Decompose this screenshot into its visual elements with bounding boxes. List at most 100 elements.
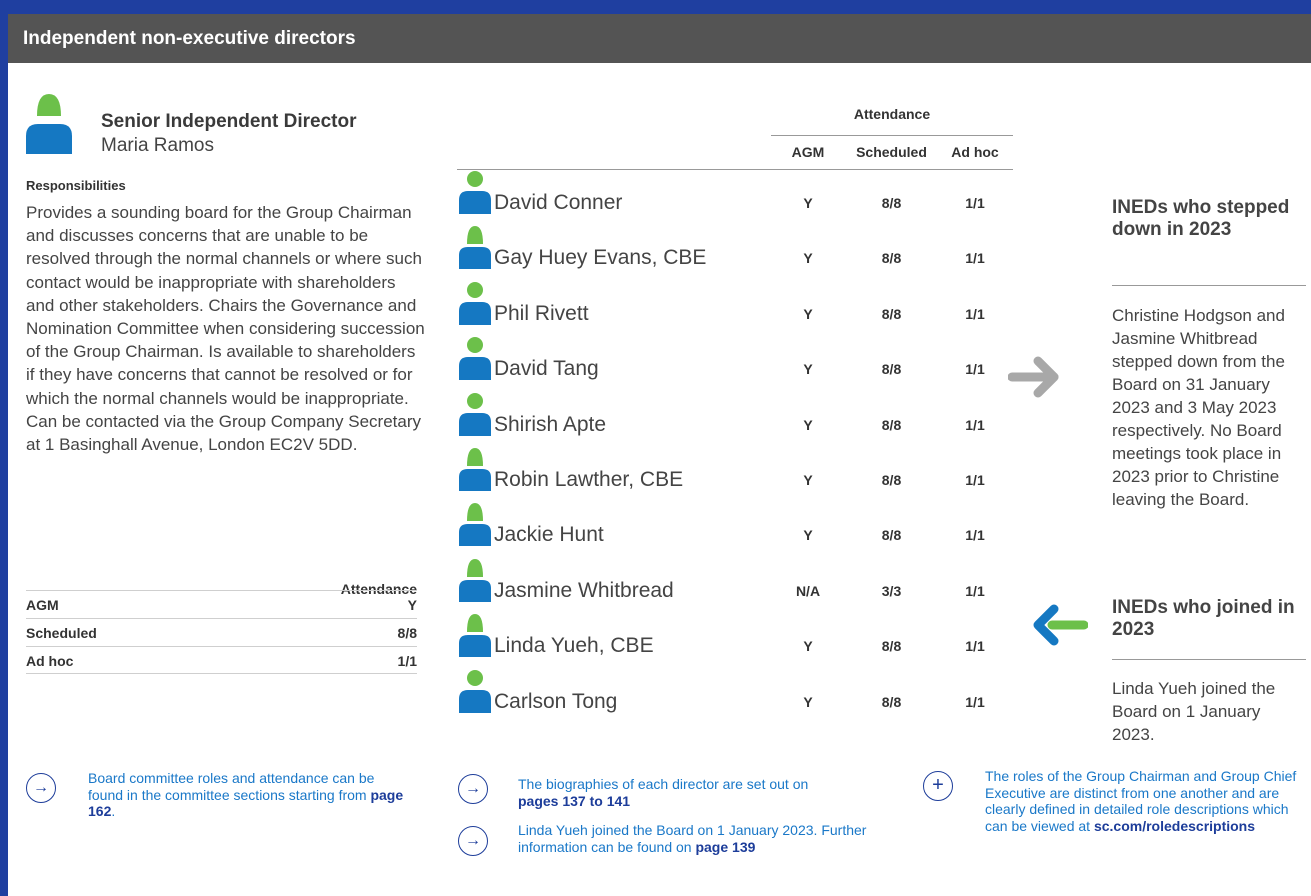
responsibilities-text: Provides a sounding board for the Group … [26, 203, 425, 455]
column-header-agm: AGM [791, 144, 825, 160]
left-border [0, 0, 8, 896]
pages-link[interactable]: pages 137 to 141 [518, 793, 630, 809]
female-person-icon [458, 502, 492, 551]
arrow-left-icon [1033, 604, 1088, 646]
female-person-icon [458, 447, 492, 496]
senior-role-title: Senior Independent Director [101, 111, 357, 132]
director-row: Robin Lawther, CBE Y 8/8 1/1 [458, 447, 1018, 502]
female-person-icon [458, 613, 492, 662]
male-person-icon [458, 669, 492, 718]
top-border [0, 0, 1311, 14]
stepped-down-heading: INEDs who stepped down in 2023 [1112, 197, 1290, 240]
director-name: Shirish Apte [494, 412, 607, 436]
director-row: Phil Rivett Y 8/8 1/1 [458, 281, 1018, 336]
director-row: Carlson Tong Y 8/8 1/1 [458, 669, 1018, 724]
director-row: David Conner Y 8/8 1/1 [458, 170, 1018, 225]
roledescriptions-link[interactable]: sc.com/roledescriptions [1094, 818, 1255, 834]
male-person-icon [458, 392, 492, 441]
senior-attendance-row: Scheduled 8/8 [26, 618, 417, 646]
cell-agm: Y [803, 638, 813, 655]
attendance-value: 1/1 [397, 653, 417, 669]
cell-adhoc: 1/1 [965, 416, 985, 433]
divider [1112, 659, 1306, 660]
attendance-value: Y [407, 597, 417, 613]
director-name: Robin Lawther, CBE [494, 468, 684, 491]
senior-director-name: Maria Ramos [101, 135, 214, 156]
cell-scheduled: 8/8 [881, 361, 902, 378]
female-person-icon [26, 94, 72, 154]
page-panel: Independent non-executive directors Seni… [8, 14, 1311, 896]
joined-heading: INEDs who joined in 2023 [1112, 597, 1295, 640]
director-name: Phil Rivett [494, 301, 589, 325]
cell-agm: Y [803, 305, 813, 322]
female-person-icon [458, 558, 492, 607]
director-row: Jackie Hunt Y 8/8 1/1 [458, 502, 1018, 557]
male-person-icon [458, 170, 492, 219]
cell-adhoc: 1/1 [965, 472, 985, 488]
attendance-label: AGM [26, 597, 59, 613]
cell-scheduled: 8/8 [881, 305, 902, 322]
cell-agm: Y [803, 195, 813, 211]
cell-adhoc: 1/1 [965, 361, 985, 378]
cell-agm: Y [803, 472, 813, 488]
senior-attendance-row: Ad hoc 1/1 [26, 646, 417, 674]
cell-adhoc: 1/1 [965, 305, 985, 322]
divider [771, 135, 1013, 136]
column-header-adhoc: Ad hoc [951, 144, 999, 160]
cell-agm: Y [803, 527, 813, 544]
cell-scheduled: 3/3 [881, 582, 902, 599]
cell-agm: Y [803, 361, 813, 378]
director-name: Jackie Hunt [494, 523, 604, 547]
cell-adhoc: 1/1 [965, 250, 985, 267]
cell-agm: Y [803, 693, 813, 710]
cell-agm: Y [803, 416, 813, 433]
cell-scheduled: 8/8 [881, 638, 902, 655]
cell-scheduled: 8/8 [881, 693, 902, 710]
attendance-group-heading: Attendance [853, 106, 931, 122]
attendance-label: Scheduled [26, 625, 97, 641]
director-name: Linda Yueh, CBE [494, 634, 654, 658]
joined-text: Linda Yueh joined the Board on 1 January… [1112, 679, 1276, 744]
arrow-circle-icon: → [26, 773, 56, 803]
female-person-icon [458, 225, 492, 274]
cell-scheduled: 8/8 [881, 195, 902, 211]
roles-note: The roles of the Group Chairman and Grou… [985, 768, 1297, 834]
responsibilities-heading: Responsibilities [26, 178, 126, 193]
committee-note: Board committee roles and attendance can… [88, 770, 404, 819]
cell-adhoc: 1/1 [965, 527, 985, 544]
cell-agm: N/A [795, 582, 821, 599]
arrow-circle-icon: → [458, 826, 488, 856]
cell-scheduled: 8/8 [881, 250, 902, 267]
senior-attendance-row: AGM Y [26, 590, 417, 618]
director-name: Jasmine Whitbread [494, 578, 674, 602]
page-link[interactable]: page 139 [695, 839, 755, 855]
cell-adhoc: 1/1 [965, 693, 985, 710]
divider [1112, 285, 1306, 286]
plus-circle-icon: + [923, 771, 953, 801]
director-row: David Tang Y 8/8 1/1 [458, 336, 1018, 391]
director-row: Shirish Apte Y 8/8 1/1 [458, 392, 1018, 447]
director-name: Carlson Tong [494, 689, 618, 713]
cell-scheduled: 8/8 [881, 416, 902, 433]
male-person-icon [458, 281, 492, 330]
cell-adhoc: 1/1 [965, 582, 985, 599]
cell-scheduled: 8/8 [881, 472, 902, 488]
director-name: David Tang [494, 357, 599, 381]
cell-agm: Y [803, 250, 813, 267]
column-header-scheduled: Scheduled [856, 144, 927, 160]
director-name: David Conner [494, 191, 623, 214]
cell-adhoc: 1/1 [965, 195, 985, 211]
biographies-note: The biographies of each director are set… [518, 776, 809, 809]
director-row: Linda Yueh, CBE Y 8/8 1/1 [458, 613, 1018, 668]
arrow-right-icon [1008, 356, 1059, 398]
cell-scheduled: 8/8 [881, 527, 902, 544]
arrow-circle-icon: → [458, 774, 488, 804]
attendance-label: Ad hoc [26, 653, 74, 669]
director-row: Jasmine Whitbread N/A 3/3 1/1 [458, 558, 1018, 613]
linda-yueh-note: Linda Yueh joined the Board on 1 January… [518, 822, 867, 855]
section-header: Independent non-executive directors [8, 14, 1311, 63]
director-name: Gay Huey Evans, CBE [494, 246, 707, 270]
stepped-down-text: Christine Hodgson and Jasmine Whitbread … [1112, 306, 1285, 509]
male-person-icon [458, 336, 492, 385]
attendance-value: 8/8 [397, 625, 417, 641]
